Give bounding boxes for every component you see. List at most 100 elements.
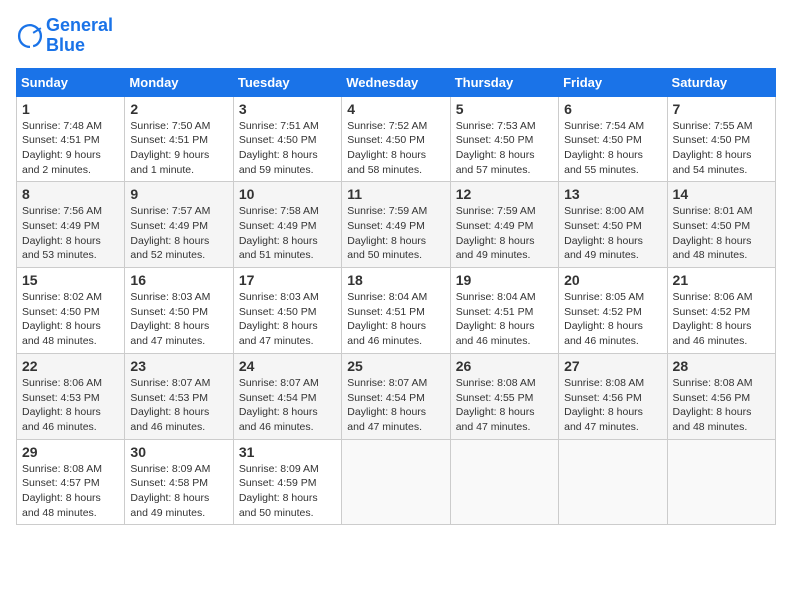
day-info: Sunrise: 8:05 AMSunset: 4:52 PMDaylight:… [564,290,661,349]
calendar-header-friday: Friday [559,68,667,96]
day-number: 15 [22,272,119,288]
calendar-week-row: 1 Sunrise: 7:48 AMSunset: 4:51 PMDaylight… [17,96,776,182]
day-info: Sunrise: 8:08 AMSunset: 4:56 PMDaylight:… [673,376,770,435]
day-number: 11 [347,186,444,202]
calendar-cell: 24Sunrise: 8:07 AMSunset: 4:54 PMDayligh… [233,353,341,439]
calendar-week-row: 29Sunrise: 8:08 AMSunset: 4:57 PMDayligh… [17,439,776,525]
day-number: 13 [564,186,661,202]
day-number: 16 [130,272,227,288]
calendar-cell: 11 Sunrise: 7:59 AMSunset: 4:49 PMDayligh… [342,182,450,268]
calendar-cell [342,439,450,525]
logo: General Blue [16,16,113,56]
day-number: 23 [130,358,227,374]
calendar-header-row: SundayMondayTuesdayWednesdayThursdayFrid… [17,68,776,96]
calendar-header-saturday: Saturday [667,68,775,96]
calendar-header-tuesday: Tuesday [233,68,341,96]
day-number: 8 [22,186,119,202]
calendar-cell: 29Sunrise: 8:08 AMSunset: 4:57 PMDayligh… [17,439,125,525]
day-number: 9 [130,186,227,202]
calendar-week-row: 22Sunrise: 8:06 AMSunset: 4:53 PMDayligh… [17,353,776,439]
day-number: 20 [564,272,661,288]
calendar-header-thursday: Thursday [450,68,558,96]
day-number: 1 [22,101,119,117]
day-number: 7 [673,101,770,117]
calendar-cell [667,439,775,525]
calendar-header-monday: Monday [125,68,233,96]
day-info: Sunrise: 7:51 AMSunset: 4:50 PMDaylight:… [239,119,336,178]
day-number: 21 [673,272,770,288]
calendar-cell: 31Sunrise: 8:09 AMSunset: 4:59 PMDayligh… [233,439,341,525]
day-number: 31 [239,444,336,460]
day-info: Sunrise: 7:53 AMSunset: 4:50 PMDaylight:… [456,119,553,178]
logo-icon [16,22,44,50]
day-number: 22 [22,358,119,374]
day-info: Sunrise: 8:08 AMSunset: 4:55 PMDaylight:… [456,376,553,435]
day-info: Sunrise: 7:48 AMSunset: 4:51 PMDaylight:… [22,119,119,178]
calendar-cell: 27 Sunrise: 8:08 AMSunset: 4:56 PMDayligh… [559,353,667,439]
day-number: 4 [347,101,444,117]
calendar-cell: 19Sunrise: 8:04 AMSunset: 4:51 PMDayligh… [450,268,558,354]
day-info: Sunrise: 8:07 AMSunset: 4:53 PMDaylight:… [130,376,227,435]
day-info: Sunrise: 8:01 AMSunset: 4:50 PMDaylight:… [673,204,770,263]
day-info: Sunrise: 7:56 AMSunset: 4:49 PMDaylight:… [22,204,119,263]
day-info: Sunrise: 8:07 AMSunset: 4:54 PMDaylight:… [347,376,444,435]
day-info: Sunrise: 7:52 AMSunset: 4:50 PMDaylight:… [347,119,444,178]
day-info: Sunrise: 8:06 AMSunset: 4:52 PMDaylight:… [673,290,770,349]
day-number: 6 [564,101,661,117]
day-info: Sunrise: 8:09 AMSunset: 4:58 PMDaylight:… [130,462,227,521]
day-info: Sunrise: 7:54 AMSunset: 4:50 PMDaylight:… [564,119,661,178]
day-number: 28 [673,358,770,374]
calendar-cell: 8 Sunrise: 7:56 AMSunset: 4:49 PMDaylight… [17,182,125,268]
day-number: 12 [456,186,553,202]
day-info: Sunrise: 8:07 AMSunset: 4:54 PMDaylight:… [239,376,336,435]
calendar-cell: 14 Sunrise: 8:01 AMSunset: 4:50 PMDayligh… [667,182,775,268]
day-number: 2 [130,101,227,117]
calendar-cell: 30 Sunrise: 8:09 AMSunset: 4:58 PMDayligh… [125,439,233,525]
day-number: 3 [239,101,336,117]
calendar-cell: 20 Sunrise: 8:05 AMSunset: 4:52 PMDayligh… [559,268,667,354]
day-info: Sunrise: 7:55 AMSunset: 4:50 PMDaylight:… [673,119,770,178]
calendar-cell: 16 Sunrise: 8:03 AMSunset: 4:50 PMDayligh… [125,268,233,354]
day-number: 14 [673,186,770,202]
page-header: General Blue [16,16,776,56]
day-number: 17 [239,272,336,288]
calendar-cell: 3 Sunrise: 7:51 AMSunset: 4:50 PMDaylight… [233,96,341,182]
calendar-cell: 26 Sunrise: 8:08 AMSunset: 4:55 PMDayligh… [450,353,558,439]
day-number: 26 [456,358,553,374]
calendar-cell [559,439,667,525]
day-info: Sunrise: 8:04 AMSunset: 4:51 PMDaylight:… [456,290,553,349]
day-info: Sunrise: 7:57 AMSunset: 4:49 PMDaylight:… [130,204,227,263]
calendar-cell: 18Sunrise: 8:04 AMSunset: 4:51 PMDayligh… [342,268,450,354]
calendar-cell: 12 Sunrise: 7:59 AMSunset: 4:49 PMDayligh… [450,182,558,268]
calendar-header-sunday: Sunday [17,68,125,96]
calendar-cell: 23 Sunrise: 8:07 AMSunset: 4:53 PMDayligh… [125,353,233,439]
calendar-week-row: 8 Sunrise: 7:56 AMSunset: 4:49 PMDaylight… [17,182,776,268]
day-info: Sunrise: 8:00 AMSunset: 4:50 PMDaylight:… [564,204,661,263]
day-info: Sunrise: 7:59 AMSunset: 4:49 PMDaylight:… [347,204,444,263]
day-info: Sunrise: 8:03 AMSunset: 4:50 PMDaylight:… [130,290,227,349]
calendar-cell: 1 Sunrise: 7:48 AMSunset: 4:51 PMDaylight… [17,96,125,182]
day-number: 30 [130,444,227,460]
calendar-cell: 4 Sunrise: 7:52 AMSunset: 4:50 PMDaylight… [342,96,450,182]
calendar-cell: 22Sunrise: 8:06 AMSunset: 4:53 PMDayligh… [17,353,125,439]
day-number: 27 [564,358,661,374]
day-info: Sunrise: 7:59 AMSunset: 4:49 PMDaylight:… [456,204,553,263]
calendar-cell: 5Sunrise: 7:53 AMSunset: 4:50 PMDaylight… [450,96,558,182]
calendar-table: SundayMondayTuesdayWednesdayThursdayFrid… [16,68,776,526]
calendar-cell: 9 Sunrise: 7:57 AMSunset: 4:49 PMDaylight… [125,182,233,268]
day-info: Sunrise: 8:04 AMSunset: 4:51 PMDaylight:… [347,290,444,349]
calendar-cell: 17 Sunrise: 8:03 AMSunset: 4:50 PMDayligh… [233,268,341,354]
calendar-header-wednesday: Wednesday [342,68,450,96]
day-number: 25 [347,358,444,374]
calendar-cell: 15 Sunrise: 8:02 AMSunset: 4:50 PMDayligh… [17,268,125,354]
calendar-cell: 7 Sunrise: 7:55 AMSunset: 4:50 PMDaylight… [667,96,775,182]
day-info: Sunrise: 8:02 AMSunset: 4:50 PMDaylight:… [22,290,119,349]
day-number: 10 [239,186,336,202]
day-info: Sunrise: 8:08 AMSunset: 4:57 PMDaylight:… [22,462,119,521]
calendar-cell: 13 Sunrise: 8:00 AMSunset: 4:50 PMDayligh… [559,182,667,268]
calendar-cell: 6 Sunrise: 7:54 AMSunset: 4:50 PMDaylight… [559,96,667,182]
calendar-cell [450,439,558,525]
day-info: Sunrise: 8:08 AMSunset: 4:56 PMDaylight:… [564,376,661,435]
day-info: Sunrise: 8:03 AMSunset: 4:50 PMDaylight:… [239,290,336,349]
calendar-cell: 25 Sunrise: 8:07 AMSunset: 4:54 PMDayligh… [342,353,450,439]
